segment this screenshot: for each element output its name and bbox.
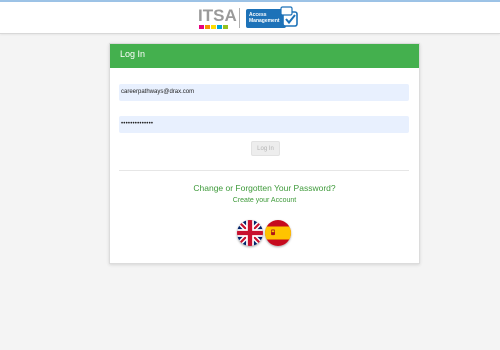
access-management-logo: Access Management xyxy=(246,6,300,29)
page-header: ITSA Access Management xyxy=(0,2,500,47)
checkbox-tick-icon xyxy=(280,6,298,27)
create-account-link[interactable]: Create your Account xyxy=(110,197,419,204)
login-card-header: Log In xyxy=(110,44,419,68)
forgot-password-link[interactable]: Change or Forgotten Your Password? xyxy=(110,183,419,193)
logo-divider xyxy=(239,8,240,28)
itsa-logo-color-bars xyxy=(199,25,233,47)
divider xyxy=(119,170,409,171)
uk-flag-icon[interactable] xyxy=(237,220,263,246)
login-card: Log In careerpathways@drax.com •••••••••… xyxy=(109,43,420,264)
login-button[interactable]: Log In xyxy=(251,141,280,156)
itsa-logo: ITSA xyxy=(198,6,237,47)
itsa-logo-text: ITSA xyxy=(198,6,237,25)
email-field[interactable]: careerpathways@drax.com xyxy=(119,84,409,101)
password-field[interactable]: •••••••••••••• xyxy=(119,116,409,133)
spain-flag-icon[interactable] xyxy=(265,220,291,246)
login-title: Log In xyxy=(120,49,146,59)
access-management-line2: Management xyxy=(249,18,280,24)
